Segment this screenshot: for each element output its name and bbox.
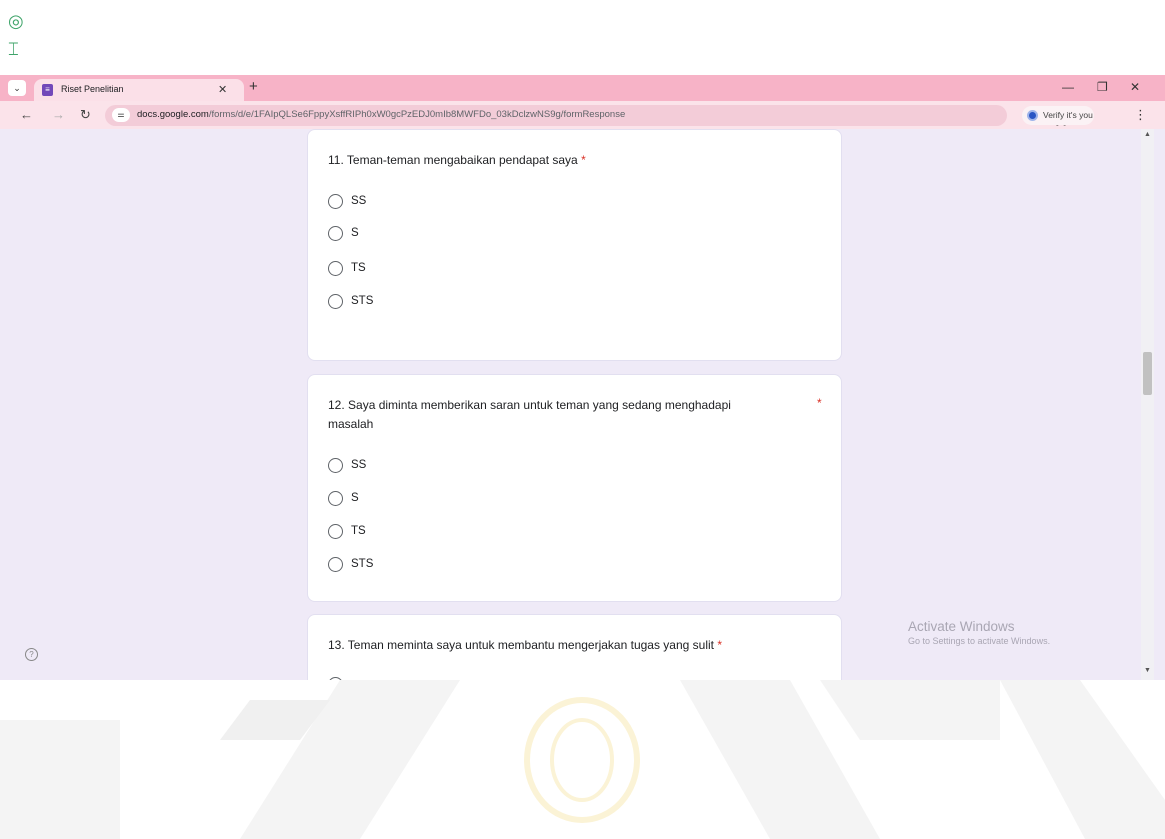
help-icon[interactable]: ? bbox=[25, 648, 38, 661]
radio-option[interactable]: STS bbox=[328, 555, 373, 573]
profile-label: Verify it's you bbox=[1043, 110, 1093, 120]
ibeam-icon: ⌶ bbox=[8, 39, 19, 59]
option-label: SS bbox=[351, 459, 367, 471]
back-icon[interactable]: ← bbox=[20, 107, 33, 122]
scroll-thumb[interactable] bbox=[1143, 352, 1152, 395]
option-label: S bbox=[351, 227, 359, 239]
close-window-icon[interactable]: ✕ bbox=[1130, 80, 1140, 94]
circle-icon: ◎ bbox=[8, 11, 24, 31]
tab-bar: ⌄ ≡ Riset Penelitian ✕ + — ❐ ✕ bbox=[0, 75, 1165, 101]
profile-chip[interactable]: Verify it's you bbox=[1022, 106, 1094, 125]
tab-active[interactable]: ≡ Riset Penelitian ✕ bbox=[34, 79, 244, 101]
option-label: TS bbox=[351, 525, 366, 537]
question-text: 11. Teman-teman mengabaikan pendapat say… bbox=[328, 153, 578, 167]
radio-option[interactable]: TS bbox=[328, 522, 366, 540]
option-label: STS bbox=[351, 295, 374, 307]
watermark-line1: Activate Windows bbox=[908, 619, 1015, 634]
browser-window: ⌄ ≡ Riset Penelitian ✕ + — ❐ ✕ ← → ↻ ⚌ d… bbox=[0, 75, 1165, 680]
page-margin-icons: ◎ ⌶ bbox=[8, 8, 24, 64]
scroll-up-icon[interactable]: ▲ bbox=[1144, 131, 1151, 138]
radio-circle-icon[interactable] bbox=[328, 193, 343, 209]
page-viewport: 11. Teman-teman mengabaikan pendapat say… bbox=[0, 129, 1165, 680]
question-title: 11. Teman-teman mengabaikan pendapat say… bbox=[328, 151, 586, 170]
radio-circle-icon[interactable] bbox=[328, 556, 343, 572]
scroll-down-icon[interactable]: ▼ bbox=[1144, 667, 1151, 674]
watermark-line2: Go to Settings to activate Windows. bbox=[908, 636, 1051, 646]
tab-search-dropdown-icon[interactable]: ⌄ bbox=[8, 80, 26, 96]
google-forms-favicon-icon: ≡ bbox=[42, 84, 53, 96]
url-path: /forms/d/e/1FAIpQLSe6FppyXsffRIPh0xW0gcP… bbox=[208, 109, 626, 120]
option-label: SS bbox=[351, 195, 367, 207]
activate-windows-watermark: Activate Windows Go to Settings to activ… bbox=[908, 619, 1050, 646]
radio-option[interactable]: TS bbox=[328, 259, 366, 277]
tab-title: Riset Penelitian bbox=[61, 84, 124, 94]
radio-circle-icon[interactable] bbox=[328, 490, 343, 506]
profile-avatar-icon bbox=[1027, 110, 1038, 121]
restore-icon[interactable]: ❐ bbox=[1097, 80, 1108, 94]
reload-icon[interactable]: ↻ bbox=[80, 107, 91, 123]
radio-circle-icon[interactable] bbox=[328, 225, 343, 241]
forward-icon[interactable]: → bbox=[52, 107, 65, 122]
required-asterisk: * bbox=[717, 638, 723, 652]
question-text-line1: 12. Saya diminta memberikan saran untuk … bbox=[328, 398, 731, 412]
required-asterisk: * bbox=[817, 396, 822, 410]
kebab-menu-icon[interactable]: ⋮ bbox=[1134, 107, 1147, 123]
question-card-12: 12. Saya diminta memberikan saran untuk … bbox=[307, 374, 842, 602]
question-text: 13. Teman meminta saya untuk membantu me… bbox=[328, 638, 714, 652]
option-label: TS bbox=[351, 262, 366, 274]
radio-option[interactable]: STS bbox=[328, 292, 373, 310]
question-card-13: 13. Teman meminta saya untuk membantu me… bbox=[307, 614, 842, 680]
radio-circle-icon[interactable] bbox=[328, 293, 343, 309]
address-bar-row: ← → ↻ ⚌ docs.google.com/forms/d/e/1FAIpQ… bbox=[0, 101, 1165, 139]
radio-option[interactable]: S bbox=[328, 224, 359, 242]
radio-circle-icon[interactable] bbox=[328, 523, 343, 539]
radio-circle-icon[interactable] bbox=[328, 260, 343, 276]
url-host: docs.google.com bbox=[137, 109, 209, 120]
tab-close-icon[interactable]: ✕ bbox=[218, 83, 227, 96]
minimize-icon[interactable]: — bbox=[1062, 80, 1074, 94]
required-asterisk: * bbox=[581, 153, 586, 167]
question-card-11: 11. Teman-teman mengabaikan pendapat say… bbox=[307, 129, 842, 361]
url-field[interactable]: ⚌ docs.google.com/forms/d/e/1FAIpQLSe6Fp… bbox=[105, 105, 1091, 139]
background-logo-watermark bbox=[0, 680, 1165, 839]
question-title: 13. Teman meminta saya untuk membantu me… bbox=[328, 636, 722, 655]
radio-option[interactable]: SS bbox=[328, 192, 366, 210]
site-info-icon[interactable]: ⚌ bbox=[112, 108, 130, 122]
question-title: 12. Saya diminta memberikan saran untuk … bbox=[328, 396, 798, 434]
option-label: S bbox=[351, 492, 359, 504]
page-scrollbar[interactable]: ▲ ▼ bbox=[1141, 129, 1154, 680]
radio-option[interactable]: S bbox=[328, 489, 359, 507]
option-label: STS bbox=[351, 558, 374, 570]
question-text-line2: masalah bbox=[328, 417, 374, 431]
radio-option[interactable]: SS bbox=[328, 456, 366, 474]
url-text: docs.google.com/forms/d/e/1FAIpQLSe6Fppy… bbox=[137, 109, 625, 120]
new-tab-icon[interactable]: + bbox=[249, 78, 258, 95]
radio-circle-icon[interactable] bbox=[328, 457, 343, 473]
